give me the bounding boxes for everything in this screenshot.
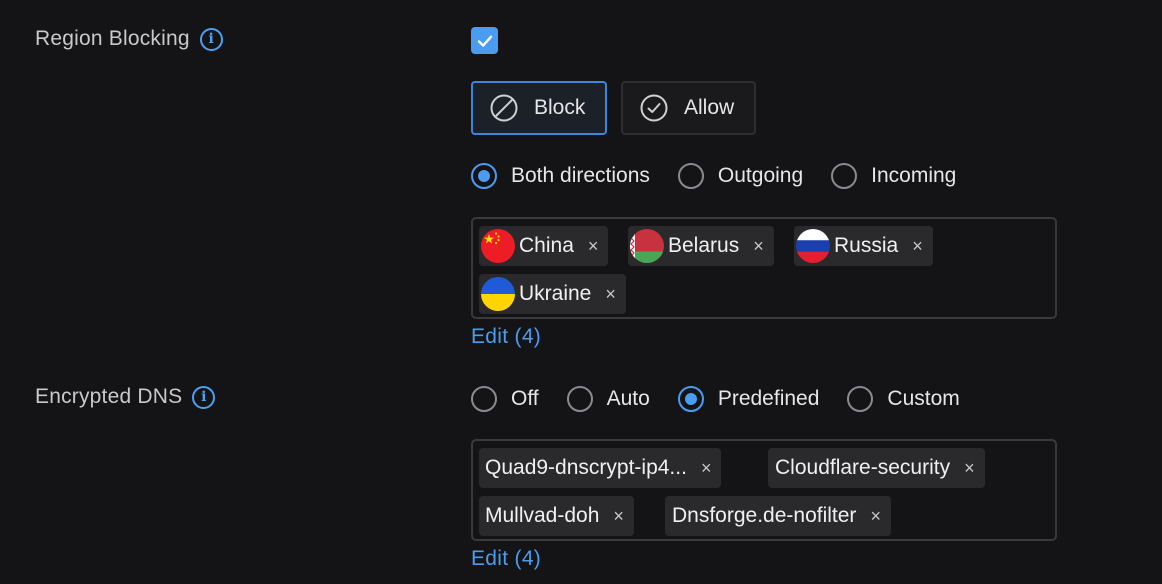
radio-button[interactable]	[831, 163, 858, 189]
country-chip-belarus: Belarus ×	[628, 226, 774, 266]
radio-both-directions[interactable]: Both directions	[471, 163, 650, 189]
chip-label: Quad9-dnscrypt-ip4...	[485, 456, 687, 479]
chip-label: China	[519, 234, 574, 257]
dns-chip: Quad9-dnscrypt-ip4... ×	[479, 448, 722, 488]
block-mode-button[interactable]: Block	[471, 81, 607, 135]
allow-mode-label: Allow	[684, 96, 735, 119]
checkmark-icon	[477, 35, 492, 47]
country-chip-china: China ×	[479, 226, 609, 266]
radio-predefined[interactable]: Predefined	[677, 386, 820, 412]
block-mode-label: Block	[534, 96, 586, 119]
allow-mode-button[interactable]: Allow	[621, 81, 756, 135]
country-tag-input[interactable]: China × Belarus × Russia × Ukraine ×	[471, 217, 1057, 319]
country-chip-ukraine: Ukraine ×	[479, 274, 626, 314]
remove-chip-icon[interactable]: ×	[605, 285, 616, 303]
check-circle-icon	[640, 94, 668, 122]
remove-chip-icon[interactable]: ×	[870, 507, 881, 525]
radio-label: Off	[511, 387, 539, 410]
radio-outgoing[interactable]: Outgoing	[677, 163, 804, 189]
dns-mode-radio-group: Off Auto Predefined Custom	[471, 386, 960, 412]
radio-button[interactable]	[847, 386, 874, 412]
radio-button[interactable]	[677, 163, 704, 189]
info-icon[interactable]: i	[199, 27, 223, 51]
settings-page: Region Blocking i Block Allow Both direc…	[0, 0, 1162, 584]
block-icon	[490, 94, 518, 122]
belarus-flag-icon	[630, 229, 664, 263]
remove-chip-icon[interactable]: ×	[613, 507, 624, 525]
dns-chip: Cloudflare-security ×	[768, 448, 985, 488]
chip-label: Cloudflare-security	[775, 456, 951, 479]
remove-chip-icon[interactable]: ×	[912, 237, 923, 255]
encrypted-dns-row-label: Encrypted DNS i	[35, 385, 216, 409]
radio-button[interactable]	[471, 386, 497, 412]
remove-chip-icon[interactable]: ×	[964, 459, 975, 477]
chip-label: Mullvad-doh	[485, 504, 600, 527]
remove-chip-icon[interactable]: ×	[588, 237, 599, 255]
edit-countries-link[interactable]: Edit (4)	[471, 325, 541, 349]
region-blocking-checkbox[interactable]	[471, 27, 498, 54]
edit-dns-servers-link[interactable]: Edit (4)	[471, 547, 541, 571]
radio-button-selected[interactable]	[677, 386, 704, 412]
region-blocking-row-label: Region Blocking i	[35, 27, 223, 51]
chip-label: Belarus	[668, 234, 740, 257]
radio-label: Incoming	[871, 164, 957, 187]
radio-label: Custom	[887, 387, 960, 410]
ukraine-flag-icon	[481, 277, 515, 311]
dns-chip: Dnsforge.de-nofilter ×	[665, 496, 891, 536]
russia-flag-icon	[796, 229, 830, 263]
radio-custom[interactable]: Custom	[847, 386, 960, 412]
encrypted-dns-label: Encrypted DNS	[35, 385, 183, 408]
radio-incoming[interactable]: Incoming	[831, 163, 956, 189]
radio-off[interactable]: Off	[471, 386, 539, 412]
radio-label: Auto	[606, 387, 650, 410]
info-icon[interactable]: i	[192, 385, 216, 409]
chip-label: Russia	[834, 234, 899, 257]
chip-label: Ukraine	[519, 282, 592, 305]
chip-label: Dnsforge.de-nofilter	[672, 504, 857, 527]
radio-label: Predefined	[717, 387, 820, 410]
remove-chip-icon[interactable]: ×	[753, 237, 764, 255]
radio-button[interactable]	[566, 386, 593, 412]
radio-label: Both directions	[511, 164, 650, 187]
direction-radio-group: Both directions Outgoing Incoming	[471, 163, 956, 189]
country-chip-russia: Russia ×	[794, 226, 933, 266]
dns-server-tag-input[interactable]: Quad9-dnscrypt-ip4... × Cloudflare-secur…	[471, 439, 1057, 541]
dns-chip: Mullvad-doh ×	[479, 496, 634, 536]
china-flag-icon	[481, 229, 515, 263]
radio-auto[interactable]: Auto	[566, 386, 650, 412]
radio-label: Outgoing	[717, 164, 804, 187]
remove-chip-icon[interactable]: ×	[701, 459, 712, 477]
radio-button-selected[interactable]	[471, 163, 497, 189]
region-blocking-label: Region Blocking	[35, 27, 190, 50]
